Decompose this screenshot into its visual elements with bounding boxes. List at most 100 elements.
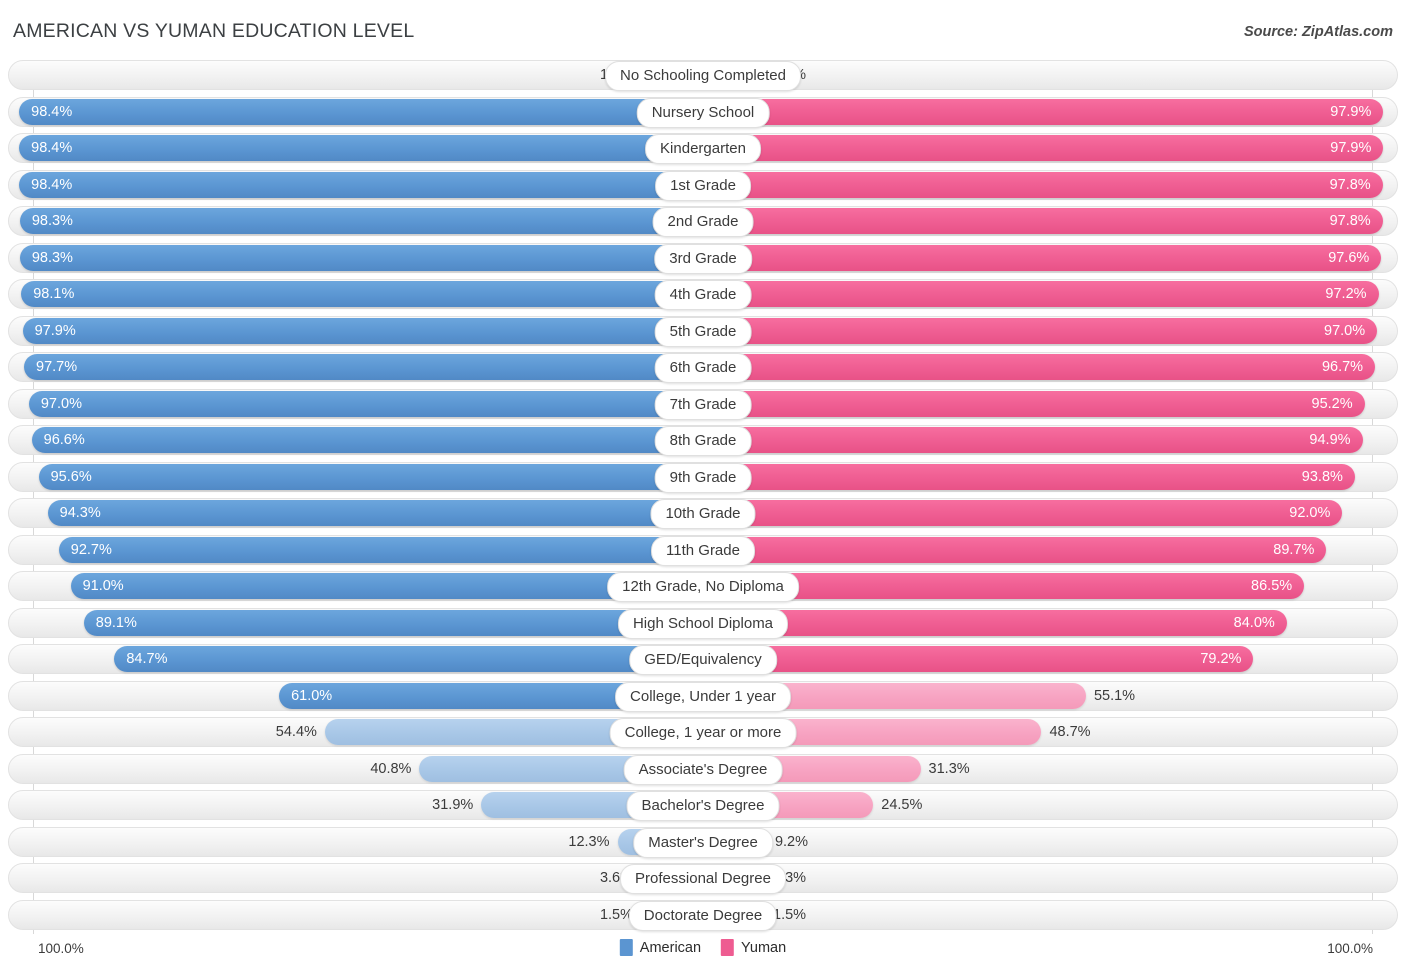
bar-american[interactable] [38, 463, 703, 490]
bar-american[interactable] [83, 609, 703, 636]
bar-half-yuman: 97.9% [703, 135, 1398, 161]
chart-row: 92.7% 89.7% 11th Grade [0, 534, 1406, 566]
bar-half-american: 40.8% [8, 755, 703, 782]
category-label-pill[interactable]: 6th Grade [654, 353, 752, 383]
legend-item-american[interactable]: American [619, 939, 702, 956]
legend-item-yuman[interactable]: Yuman [721, 939, 786, 956]
category-label-pill[interactable]: College, Under 1 year [615, 681, 791, 712]
bar-value-yuman: 86.5% [1251, 578, 1293, 594]
bar-american[interactable] [19, 208, 703, 234]
chart-row: 54.4% 48.7% College, 1 year or more [0, 717, 1406, 748]
bar-half-american: 1.5% [8, 901, 703, 928]
bar-yuman[interactable] [703, 609, 1287, 636]
chart-row: 95.6% 93.8% 9th Grade [0, 461, 1406, 493]
bar-half-american: 97.9% [8, 317, 703, 344]
bar-value-american: 92.7% [70, 541, 112, 558]
bar-yuman[interactable] [703, 390, 1365, 417]
category-label-pill[interactable]: 11th Grade [651, 535, 755, 566]
category-label-pill[interactable]: High School Diploma [617, 608, 789, 639]
chart-row: 96.6% 94.9% 8th Grade [0, 425, 1406, 456]
bar-american[interactable] [21, 281, 703, 307]
category-label-pill[interactable]: 1st Grade [655, 170, 751, 201]
bar-value-american: 97.9% [34, 322, 76, 339]
bar-value-american: 97.0% [40, 395, 82, 412]
chart-header: AMERICAN VS YUMAN EDUCATION LEVEL Source… [0, 0, 1406, 62]
bar-value-yuman: 97.9% [1330, 103, 1372, 120]
bar-value-yuman: 79.2% [1200, 651, 1242, 667]
bar-half-american: 54.4% [8, 719, 703, 745]
bar-value-american: 98.4% [31, 103, 73, 120]
bar-half-american: 92.7% [8, 536, 703, 563]
bar-value-american: 98.3% [31, 213, 73, 229]
bar-half-yuman: 3.3% [703, 865, 1398, 891]
category-label-pill[interactable]: 7th Grade [654, 389, 752, 420]
bar-yuman[interactable] [703, 500, 1343, 526]
bar-yuman[interactable] [703, 463, 1355, 490]
bar-yuman[interactable] [703, 135, 1384, 161]
bar-american[interactable] [58, 536, 703, 563]
chart-row: 97.9% 97.0% 5th Grade [0, 315, 1406, 347]
chart-row: 12.3% 9.2% Master's Degree [0, 826, 1406, 858]
bar-half-american: 97.0% [8, 390, 703, 417]
bar-value-yuman: 97.6% [1328, 249, 1370, 266]
bar-yuman[interactable] [703, 208, 1383, 234]
bar-value-american: 98.1% [33, 286, 75, 302]
category-label-pill[interactable]: Doctorate Degree [628, 900, 778, 931]
bar-american[interactable] [19, 98, 703, 125]
bar-yuman[interactable] [703, 354, 1376, 380]
legend-label-american: American [639, 939, 702, 956]
category-label-pill[interactable]: Nursery School [636, 97, 770, 128]
chart-legend: American Yuman [619, 939, 786, 956]
chart-row: 31.9% 24.5% Bachelor's Degree [0, 790, 1406, 821]
category-label-pill[interactable]: Master's Degree [633, 827, 773, 858]
bar-yuman[interactable] [703, 536, 1327, 563]
bar-yuman[interactable] [703, 171, 1383, 198]
category-label-pill[interactable]: 3rd Grade [654, 243, 752, 274]
category-label-pill[interactable]: College, 1 year or more [609, 718, 797, 748]
bar-value-yuman: 9.2% [774, 833, 808, 850]
bar-american[interactable] [24, 354, 703, 380]
category-label-pill[interactable]: 5th Grade [654, 316, 752, 347]
category-label-pill[interactable]: GED/Equivalency [629, 645, 777, 675]
bar-american[interactable] [19, 135, 703, 161]
bar-yuman[interactable] [703, 98, 1384, 125]
category-label-pill[interactable]: 12th Grade, No Diploma [607, 572, 799, 602]
bar-half-american: 97.7% [8, 354, 703, 380]
bar-value-yuman: 92.0% [1289, 505, 1331, 521]
bar-value-american: 61.0% [291, 687, 333, 704]
bar-yuman[interactable] [703, 317, 1378, 344]
bar-yuman[interactable] [703, 244, 1382, 271]
bar-american[interactable] [31, 427, 703, 453]
bar-yuman[interactable] [703, 646, 1254, 672]
category-label-pill[interactable]: 10th Grade [650, 499, 756, 529]
bar-american[interactable] [28, 390, 703, 417]
category-label-pill[interactable]: 8th Grade [654, 426, 752, 456]
bar-half-yuman: 97.6% [703, 244, 1398, 271]
bar-half-american: 98.4% [8, 98, 703, 125]
bar-yuman[interactable] [703, 427, 1363, 453]
category-label-pill[interactable]: 2nd Grade [652, 207, 754, 237]
category-label-pill[interactable]: Professional Degree [620, 864, 786, 894]
bar-value-yuman: 31.3% [928, 760, 970, 777]
category-label-pill[interactable]: Bachelor's Degree [626, 791, 780, 821]
bar-half-american: 12.3% [8, 828, 703, 855]
bar-american[interactable] [22, 317, 703, 344]
bar-yuman[interactable] [703, 281, 1379, 307]
category-label-pill[interactable]: 4th Grade [654, 280, 752, 310]
category-label-pill[interactable]: No Schooling Completed [605, 61, 801, 91]
bar-american[interactable] [114, 646, 703, 672]
category-label-pill[interactable]: Associate's Degree [623, 754, 783, 785]
bar-american[interactable] [19, 171, 703, 198]
category-label-pill[interactable]: 9th Grade [654, 462, 752, 493]
bar-value-yuman: 97.0% [1324, 322, 1366, 339]
bar-value-american: 31.9% [432, 797, 474, 813]
bar-american[interactable] [19, 244, 703, 271]
chart-row: 98.3% 97.8% 2nd Grade [0, 206, 1406, 237]
bar-american[interactable] [47, 500, 703, 526]
chart-row: 98.4% 97.9% Kindergarten [0, 133, 1406, 164]
category-label-pill[interactable]: Kindergarten [645, 134, 761, 164]
bar-half-yuman: 1.5% [703, 901, 1398, 928]
bar-half-yuman: 97.8% [703, 208, 1398, 234]
chart-row: 94.3% 92.0% 10th Grade [0, 498, 1406, 529]
bar-value-american: 98.4% [31, 140, 73, 156]
